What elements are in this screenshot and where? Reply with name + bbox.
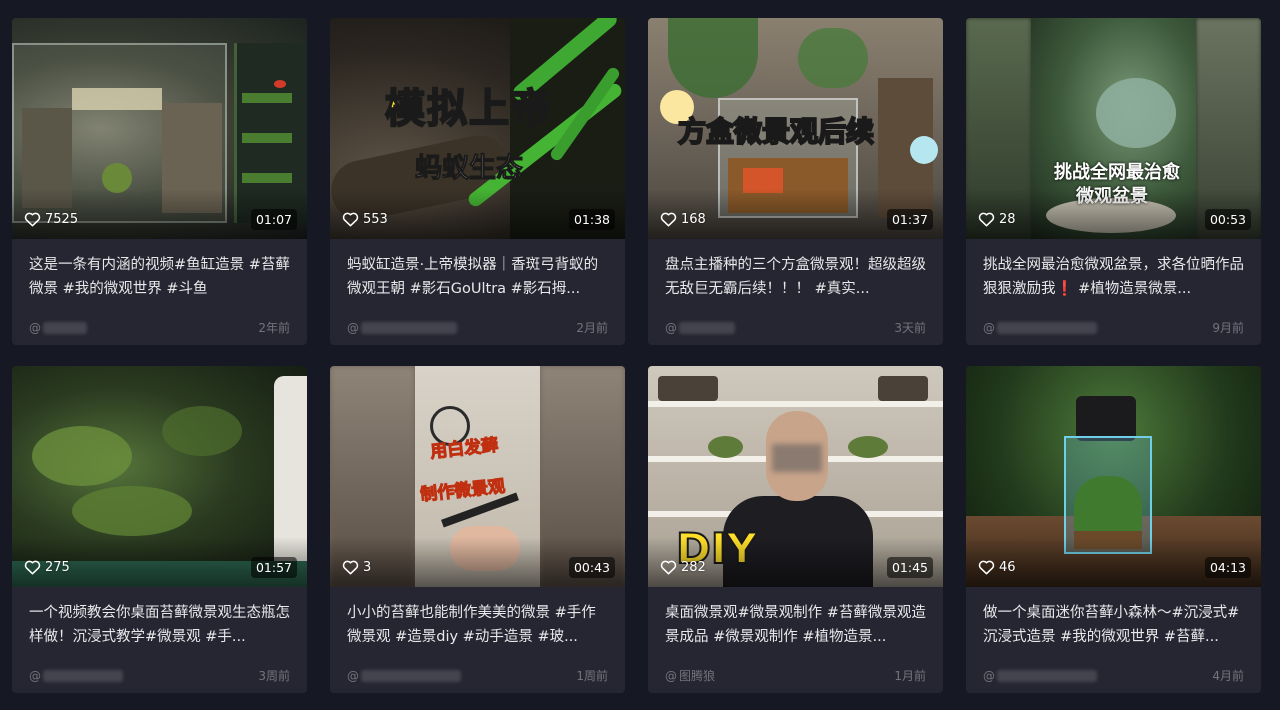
thumbnail-caption: 方盒微景观后续 (677, 114, 875, 149)
likes-count: 282 (660, 559, 706, 575)
thumbnail-caption: 模拟上帝 (384, 85, 553, 133)
likes-value: 46 (999, 559, 1016, 575)
video-card[interactable]: 7525 01:07 这是一条有内涵的视频#鱼缸造景 #苔藓微景 #我的微观世界… (12, 18, 307, 345)
publish-date: 9月前 (1212, 321, 1244, 335)
likes-value: 282 (681, 559, 706, 575)
video-title[interactable]: 这是一条有内涵的视频#鱼缸造景 #苔藓微景 #我的微观世界 #斗鱼 (29, 253, 290, 301)
video-thumbnail[interactable]: 方盒微景观后续 168 01:37 (648, 18, 943, 239)
author-name-blurred (43, 321, 87, 334)
author-prefix: @ (983, 320, 995, 335)
heart-icon (978, 560, 995, 575)
video-duration: 04:13 (1204, 557, 1251, 578)
heart-icon (660, 560, 677, 575)
video-thumbnail[interactable]: 挑战全网最治愈 微观盆景 28 00:53 (966, 18, 1261, 239)
video-duration: 00:43 (568, 557, 615, 578)
video-title[interactable]: 盘点主播种的三个方盒微景观！超级超级无敌巨无霸后续！！！ #真实... (665, 253, 926, 301)
video-title[interactable]: 一个视频教会你桌面苔藓微景观生态瓶怎样做！沉浸式教学#微景观 #手... (29, 601, 290, 649)
video-card[interactable]: 模拟上帝 蚂蚁生态 553 01:38 蚂蚁缸造景·上帝模拟器｜香斑弓背蚁的微观… (330, 18, 625, 345)
author-name-blurred (361, 669, 461, 682)
author-name-blurred (997, 669, 1097, 682)
video-title[interactable]: 小小的苔藓也能制作美美的微景 #手作微景观 #造景diy #动手造景 #玻... (347, 601, 608, 649)
video-card[interactable]: 挑战全网最治愈 微观盆景 28 00:53 挑战全网最治愈微观盆景，求各位晒作品… (966, 18, 1261, 345)
author-name-blurred (43, 669, 123, 682)
thumbnail-caption: 蚂蚁生态 (415, 153, 524, 185)
author[interactable]: @ (983, 321, 1097, 335)
publish-date: 3天前 (894, 321, 926, 335)
author-name-blurred (997, 321, 1097, 334)
author[interactable]: @ 图腾狼 (665, 667, 715, 684)
author-prefix: @ (29, 320, 41, 335)
publish-date: 1周前 (576, 669, 608, 683)
author[interactable]: @ (983, 669, 1097, 683)
video-title[interactable]: 蚂蚁缸造景·上帝模拟器｜香斑弓背蚁的微观王朝 #影石GoUltra #影石拇..… (347, 253, 608, 301)
video-thumbnail[interactable]: DIY 282 01:45 (648, 366, 943, 587)
likes-count: 3 (342, 559, 371, 575)
likes-count: 7525 (24, 211, 78, 227)
author-prefix: @ (347, 668, 359, 683)
likes-value: 168 (681, 211, 706, 227)
video-card[interactable]: 方盒微景观后续 168 01:37 盘点主播种的三个方盒微景观！超级超级无敌巨无… (648, 18, 943, 345)
likes-count: 46 (978, 559, 1016, 575)
flower-decoration (910, 136, 938, 164)
likes-count: 275 (24, 559, 70, 575)
video-title[interactable]: 做一个桌面迷你苔藓小森林～#沉浸式#沉浸式造景 #我的微观世界 #苔藓... (983, 601, 1244, 649)
author[interactable]: @ (29, 669, 123, 683)
video-thumbnail[interactable]: 用白发藓 制作微景观 3 00:43 (330, 366, 625, 587)
author-prefix: @ (665, 668, 677, 683)
video-duration: 01:37 (886, 209, 933, 230)
likes-count: 168 (660, 211, 706, 227)
likes-value: 275 (45, 559, 70, 575)
author-name-blurred (679, 321, 735, 334)
video-card[interactable]: DIY 282 01:45 桌面微景观#微景观制作 #苔藓微景观造景成品 #微景… (648, 366, 943, 693)
heart-icon (978, 212, 995, 227)
author[interactable]: @ (347, 669, 461, 683)
author-prefix: @ (347, 320, 359, 335)
video-duration: 01:38 (568, 209, 615, 230)
video-thumbnail[interactable]: 7525 01:07 (12, 18, 307, 239)
likes-count: 553 (342, 211, 388, 227)
publish-date: 1月前 (894, 669, 926, 683)
video-duration: 01:57 (250, 557, 297, 578)
likes-value: 3 (363, 559, 372, 575)
publish-date: 2月前 (576, 321, 608, 335)
author-name-blurred (361, 321, 457, 334)
thumbnail-caption: 挑战全网最治愈 (1054, 162, 1180, 183)
heart-icon (342, 560, 359, 575)
likes-value: 28 (999, 211, 1016, 227)
publish-date: 2年前 (258, 321, 290, 335)
author-prefix: @ (29, 668, 41, 683)
heart-icon (660, 212, 677, 227)
author[interactable]: @ (347, 321, 457, 335)
heart-icon (24, 212, 41, 227)
heart-icon (342, 212, 359, 227)
video-duration: 01:07 (250, 209, 297, 230)
likes-value: 7525 (45, 211, 79, 227)
likes-count: 28 (978, 211, 1016, 227)
publish-date: 4月前 (1212, 669, 1244, 683)
video-duration: 01:45 (886, 557, 933, 578)
video-thumbnail[interactable]: 模拟上帝 蚂蚁生态 553 01:38 (330, 18, 625, 239)
video-card[interactable]: 275 01:57 一个视频教会你桌面苔藓微景观生态瓶怎样做！沉浸式教学#微景观… (12, 366, 307, 693)
author-prefix: @ (983, 668, 995, 683)
video-title[interactable]: 挑战全网最治愈微观盆景，求各位晒作品狠狠激励我❗ #植物造景微景... (983, 253, 1244, 301)
video-title[interactable]: 桌面微景观#微景观制作 #苔藓微景观造景成品 #微景观制作 #植物造景... (665, 601, 926, 649)
publish-date: 3周前 (258, 669, 290, 683)
heart-icon (24, 560, 41, 575)
author-name: 图腾狼 (679, 669, 716, 683)
video-grid: 7525 01:07 这是一条有内涵的视频#鱼缸造景 #苔藓微景 #我的微观世界… (12, 18, 1261, 693)
author-prefix: @ (665, 320, 677, 335)
author[interactable]: @ (29, 321, 87, 335)
author[interactable]: @ (665, 321, 735, 335)
video-thumbnail[interactable]: 46 04:13 (966, 366, 1261, 587)
video-thumbnail[interactable]: 275 01:57 (12, 366, 307, 587)
video-duration: 00:53 (1204, 209, 1251, 230)
video-card[interactable]: 46 04:13 做一个桌面迷你苔藓小森林～#沉浸式#沉浸式造景 #我的微观世界… (966, 366, 1261, 693)
video-card[interactable]: 用白发藓 制作微景观 3 00:43 小小的苔藓也能制作美美的微景 #手作微景观… (330, 366, 625, 693)
likes-value: 553 (363, 211, 388, 227)
